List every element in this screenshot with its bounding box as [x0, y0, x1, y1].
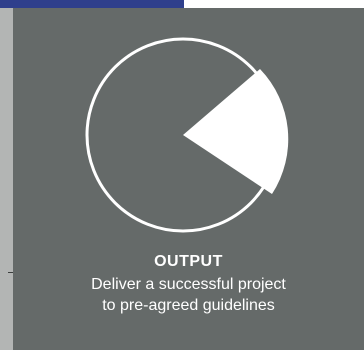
output-card: OUTPUT Deliver a successful project to p… [13, 8, 364, 350]
header-accent-bar [0, 0, 184, 8]
pie-wedge [183, 69, 289, 194]
caption-line-1: Deliver a successful project [91, 276, 286, 293]
caption-body: Deliver a successful project to pre-agre… [13, 274, 364, 316]
caption-line-2: to pre-agreed guidelines [102, 297, 275, 314]
pie-wedge-circle-icon [85, 37, 289, 233]
caption-title: OUTPUT [154, 253, 223, 270]
caption: OUTPUT Deliver a successful project to p… [13, 252, 364, 316]
side-strip [0, 8, 13, 350]
